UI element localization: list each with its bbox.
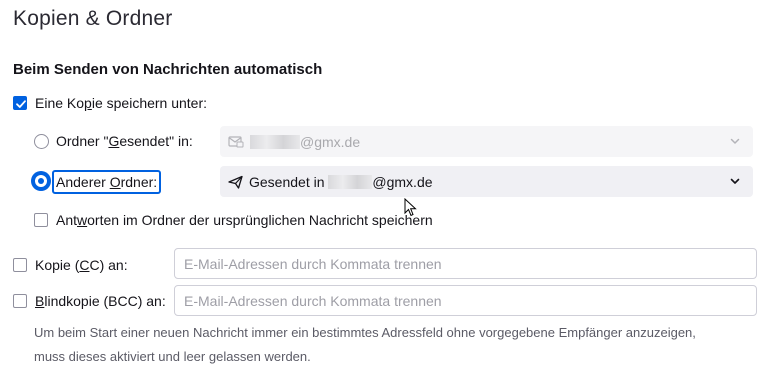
mail-account-icon [228,135,244,147]
cc-checkbox[interactable] [13,258,27,272]
chevron-down-icon [730,178,740,184]
section-heading: Beim Senden von Nachrichten automatisch [13,61,323,78]
sent-folder-account: @gmx.de [300,133,361,150]
redacted-account-name [250,134,300,149]
other-folder-prefix: Gesendet in [249,173,329,190]
sent-folder-dropdown[interactable]: @gmx.de [220,126,753,157]
bcc-checkbox[interactable] [13,294,27,308]
other-folder-account: @gmx.de [372,173,433,190]
hint-line-2: muss dieses aktiviert und leer gelassen … [34,349,311,364]
other-folder-radio[interactable] [31,171,51,191]
checkmark-icon [16,100,26,108]
other-folder-dropdown[interactable]: Gesendet in @gmx.de [220,166,753,197]
chevron-down-icon [730,138,740,144]
page-title: Kopien & Ordner [13,7,173,30]
other-folder-label[interactable]: Anderer Ordner: [52,170,162,194]
cc-label[interactable]: Kopie (CC) an: [35,257,128,273]
bcc-input[interactable] [174,285,757,316]
bcc-label[interactable]: Blindkopie (BCC) an: [35,293,166,309]
reply-folder-checkbox[interactable] [34,213,48,227]
hint-line-1: Um beim Start einer neuen Nachricht imme… [34,325,696,340]
sent-folder-radio[interactable] [34,134,49,149]
reply-folder-label[interactable]: Antworten im Ordner der ursprünglichen N… [56,212,433,228]
send-arrow-icon [228,175,243,189]
save-copy-checkbox[interactable] [13,96,27,110]
redacted-account-name [328,174,373,189]
cc-input[interactable] [174,248,757,279]
save-copy-label[interactable]: Eine Kopie speichern unter: [35,95,207,111]
sent-folder-label[interactable]: Ordner "Gesendet" in: [56,133,193,149]
